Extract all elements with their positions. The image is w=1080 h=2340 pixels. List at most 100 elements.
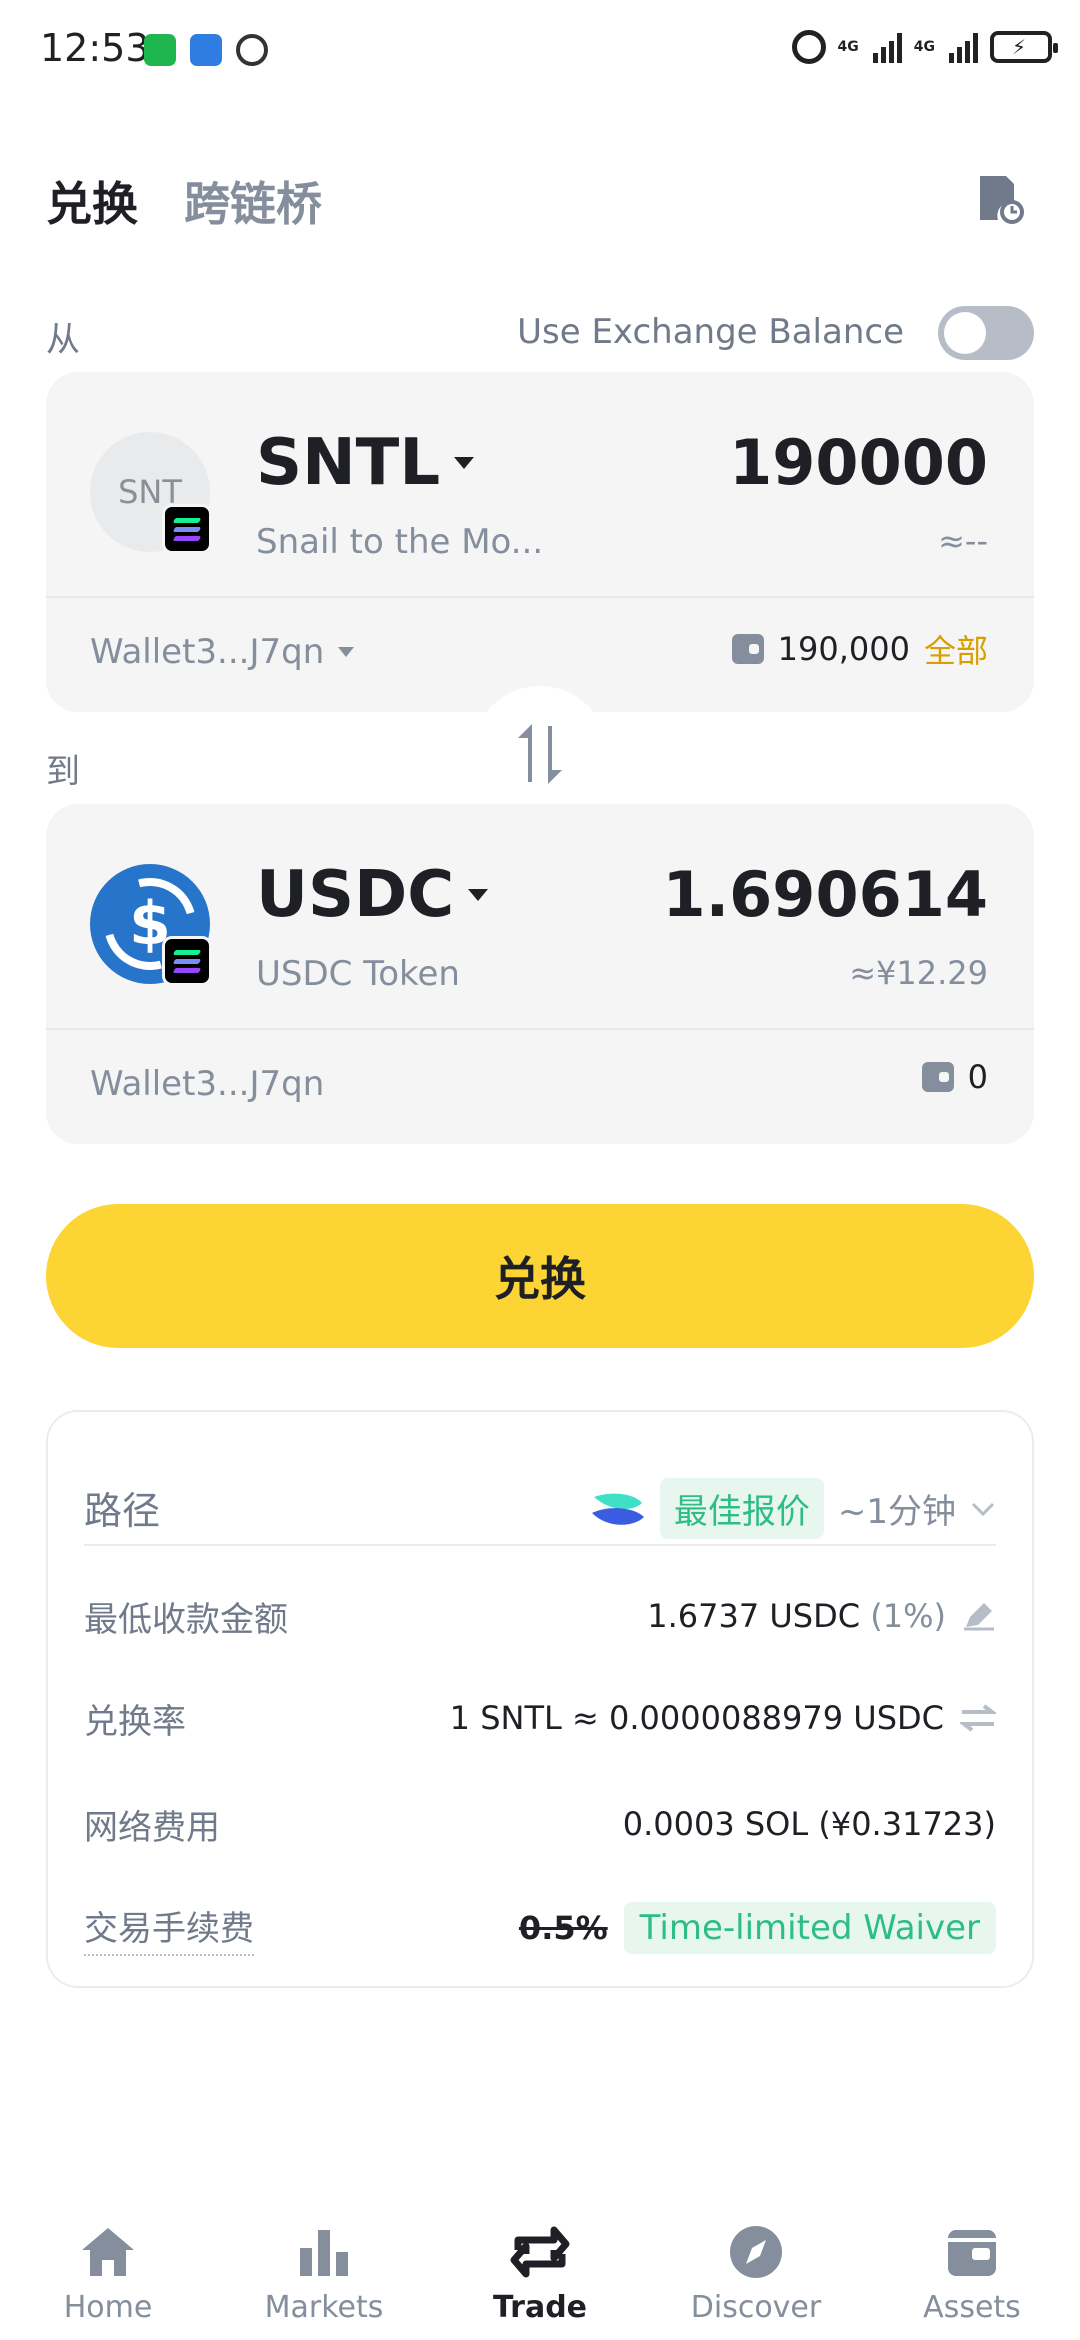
status-app-icons <box>144 34 268 66</box>
quote-details-panel: 路径 最佳报价 ~1分钟 最低收款金额 1.6737 USDC (1%) 兑换率… <box>46 1410 1034 1988</box>
route-time: ~1分钟 <box>837 1492 956 1532</box>
caret-down-icon <box>468 889 489 901</box>
from-token-card: SNT SNTL Snail to the Mo... 190000 ≈-- W… <box>46 372 1034 712</box>
min-received-label: 最低收款金额 <box>84 1599 288 1640</box>
edit-icon[interactable] <box>962 1601 996 1631</box>
solana-chain-icon <box>162 936 212 986</box>
network-label-1: 4G <box>837 39 859 55</box>
network-fee-value: 0.0003 SOL (¥0.31723) <box>622 1805 996 1843</box>
to-token-card: $ USDC USDC Token 1.690614 ≈¥12.29 Walle… <box>46 804 1034 1144</box>
use-exchange-balance-label: Use Exchange Balance <box>517 312 904 352</box>
status-bar: 12:53 4G 4G ⚡ <box>0 0 1080 100</box>
from-token-name: Snail to the Mo... <box>256 522 544 562</box>
trading-fee-label[interactable]: 交易手续费 <box>84 1901 254 1956</box>
network-fee-row: 网络费用 0.0003 SOL (¥0.31723) <box>84 1794 996 1854</box>
home-icon <box>82 2228 134 2276</box>
exchange-rate-row: 兑换率 1 SNTL ≈ 0.0000088979 USDC <box>84 1688 996 1748</box>
route-summary: 最佳报价 ~1分钟 <box>590 1478 996 1539</box>
solana-chain-icon <box>162 504 212 554</box>
switch-direction-button[interactable] <box>472 686 608 822</box>
from-token-row: SNT SNTL Snail to the Mo... 190000 ≈-- <box>46 372 1034 598</box>
hotspot-icon <box>791 30 826 64</box>
caret-down-icon <box>454 457 475 469</box>
exchange-rate-label: 兑换率 <box>84 1701 186 1742</box>
from-wallet-address: Wallet3...J7qn <box>90 632 325 672</box>
tab-swap[interactable]: 兑换 <box>46 168 138 234</box>
from-balance: 190,000 全部 <box>731 626 988 672</box>
nav-assets-label: Assets <box>923 2290 1021 2325</box>
battery-icon: ⚡ <box>990 31 1058 63</box>
max-button[interactable]: 全部 <box>924 626 988 672</box>
network-label-2: 4G <box>913 39 935 55</box>
fee-waiver-badge: Time-limited Waiver <box>623 1902 996 1954</box>
signal-icon <box>872 31 902 63</box>
wallet-icon <box>731 634 764 664</box>
network-fee-label: 网络费用 <box>84 1807 220 1848</box>
from-wallet-selector[interactable]: Wallet3...J7qn <box>90 632 355 672</box>
to-token-symbol: USDC <box>256 858 455 932</box>
order-history-icon[interactable] <box>976 172 1024 224</box>
wechat-icon <box>144 34 176 66</box>
aggregator-logo-icon <box>591 1493 644 1525</box>
signal-icon <box>949 31 978 63</box>
header-tabs: 兑换 跨链桥 <box>46 168 322 234</box>
caret-down-icon <box>338 647 355 657</box>
to-wallet-address: Wallet3...J7qn <box>90 1064 325 1104</box>
toggle-knob <box>944 312 986 354</box>
status-indicators: 4G 4G ⚡ <box>791 30 1058 64</box>
use-exchange-balance-toggle[interactable] <box>938 306 1034 360</box>
from-token-symbol: SNTL <box>256 426 441 500</box>
trade-icon <box>510 2226 570 2278</box>
from-label: 从 <box>46 320 80 360</box>
tab-bridge[interactable]: 跨链桥 <box>184 168 322 234</box>
swap-arrows-icon <box>518 724 562 784</box>
swap-button[interactable]: 兑换 <box>46 1204 1034 1348</box>
to-token-selector[interactable]: USDC <box>256 858 489 932</box>
to-label: 到 <box>46 752 80 792</box>
to-balance-value: 0 <box>967 1058 988 1096</box>
status-time: 12:53 <box>40 26 150 70</box>
trading-fee-value-group: 0.5% Time-limited Waiver <box>519 1902 996 1954</box>
token-avatar[interactable]: SNT <box>90 432 212 554</box>
chevron-down-icon[interactable] <box>970 1501 996 1517</box>
from-token-selector[interactable]: SNTL <box>256 426 475 500</box>
route-label: 路径 <box>84 1489 161 1533</box>
to-token-name: USDC Token <box>256 954 460 994</box>
bar-chart-icon <box>300 2230 348 2276</box>
nav-markets[interactable]: Markets <box>224 2186 424 2340</box>
nav-discover-label: Discover <box>690 2290 822 2325</box>
slippage-value: (1%) <box>870 1597 946 1635</box>
usdc-logo-icon[interactable]: $ <box>87 861 213 987</box>
route-row[interactable]: 路径 最佳报价 ~1分钟 <box>84 1440 996 1546</box>
nav-discover[interactable]: Discover <box>656 2186 856 2340</box>
speedometer-icon <box>236 34 268 66</box>
wallet-icon <box>921 1062 954 1092</box>
wallet-icon <box>948 2230 996 2276</box>
min-received-value-group: 1.6737 USDC (1%) <box>647 1597 996 1635</box>
from-fiat-value: ≈-- <box>938 522 988 560</box>
nav-trade-label: Trade <box>492 2290 588 2325</box>
app-notification-icon <box>190 34 222 66</box>
nav-home[interactable]: Home <box>8 2186 208 2340</box>
swap-rate-icon[interactable] <box>960 1704 996 1732</box>
to-token-row: $ USDC USDC Token 1.690614 ≈¥12.29 <box>46 804 1034 1030</box>
exchange-rate-value: 1 SNTL ≈ 0.0000088979 USDC <box>449 1699 944 1737</box>
to-fiat-value: ≈¥12.29 <box>849 954 988 992</box>
bottom-nav: Home Markets Trade Discover Assets <box>0 2186 1080 2340</box>
compass-icon <box>730 2226 782 2278</box>
nav-markets-label: Markets <box>264 2290 384 2325</box>
min-received-row: 最低收款金额 1.6737 USDC (1%) <box>84 1586 996 1646</box>
nav-assets[interactable]: Assets <box>872 2186 1072 2340</box>
trading-fee-original: 0.5% <box>518 1909 608 1947</box>
to-balance: 0 <box>921 1058 988 1096</box>
nav-trade[interactable]: Trade <box>440 2186 640 2340</box>
from-balance-value: 190,000 <box>777 630 910 668</box>
min-received-value: 1.6737 USDC <box>647 1597 861 1635</box>
to-amount: 1.690614 <box>662 858 988 931</box>
to-wallet: Wallet3...J7qn <box>90 1064 324 1104</box>
exchange-rate-value-group: 1 SNTL ≈ 0.0000088979 USDC <box>450 1699 996 1737</box>
trading-fee-row: 交易手续费 0.5% Time-limited Waiver <box>84 1898 996 1958</box>
best-quote-badge: 最佳报价 <box>659 1478 824 1539</box>
from-amount-input[interactable]: 190000 <box>729 426 988 499</box>
nav-home-label: Home <box>63 2290 153 2325</box>
